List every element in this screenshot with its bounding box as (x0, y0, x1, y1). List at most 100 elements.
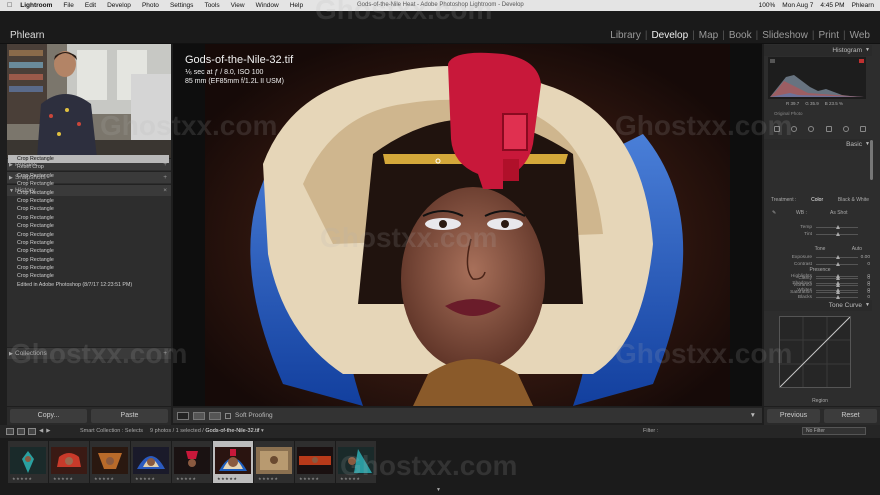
loupe-view[interactable]: Gods-of-the-Nile-32.tif ⅙ sec at ƒ / 8.0… (173, 44, 762, 406)
adjustment-brush-icon[interactable] (860, 126, 867, 132)
slider-value[interactable]: 0 (867, 282, 870, 289)
filmstrip-thumbnail[interactable]: ★★★★★ (254, 441, 294, 483)
menu-tools[interactable]: Tools (204, 2, 219, 9)
filmstrip-thumbnail[interactable]: ★★★★★ (172, 441, 212, 483)
slider-knob-icon[interactable] (836, 262, 840, 266)
slider-knob-icon[interactable] (836, 276, 840, 280)
history-item[interactable]: Crop Rectangle (8, 256, 169, 264)
menu-settings[interactable]: Settings (170, 2, 194, 9)
second-window-icon[interactable] (17, 428, 25, 435)
region-label[interactable]: Region (768, 398, 872, 404)
history-item[interactable]: Reset Crop (8, 163, 169, 171)
tone-curve-graph[interactable] (779, 316, 851, 388)
slider-knob-icon[interactable] (836, 290, 840, 294)
auto-button[interactable]: Auto (852, 246, 862, 252)
filmstrip-thumbnail[interactable]: ★★★★★ (336, 441, 376, 483)
module-book[interactable]: Book (725, 30, 756, 41)
filmstrip-thumbnail[interactable]: ★★★★★ (8, 441, 48, 483)
menubar-user[interactable]: Phlearn (852, 2, 874, 9)
history-item[interactable]: Crop Rectangle (8, 155, 169, 164)
filmstrip-thumbnail[interactable]: ★★★★★ (49, 441, 89, 483)
back-arrow-icon[interactable]: ◀ (39, 428, 43, 435)
reset-button[interactable]: Reset (824, 409, 877, 423)
treatment-bw-option[interactable]: Black & White (838, 197, 869, 203)
history-item[interactable]: Crop Rectangle (8, 189, 169, 197)
history-item[interactable]: Crop Rectangle (8, 172, 169, 180)
rating-stars[interactable]: ★★★★★ (94, 476, 114, 481)
red-eye-icon[interactable] (808, 126, 815, 132)
previous-button[interactable]: Previous (767, 409, 820, 423)
module-web[interactable]: Web (846, 30, 874, 41)
history-item[interactable]: Crop Rectangle (8, 214, 169, 222)
soft-proofing-checkbox-icon[interactable] (225, 412, 231, 419)
before-after-icon[interactable] (193, 411, 205, 420)
history-item[interactable]: Crop Rectangle (8, 231, 169, 239)
filmstrip[interactable]: ★★★★★ ★★★★★ ★★★★★ ★★★★★ ★★★★★ ★★★★★ ★★★★… (0, 438, 880, 495)
menu-help[interactable]: Help (290, 2, 303, 9)
slider-value[interactable]: 0 (867, 289, 870, 296)
soft-proofing-label[interactable]: Soft Proofing (235, 412, 273, 419)
slider-value[interactable]: 0.00 (861, 254, 870, 261)
menu-view[interactable]: View (231, 2, 245, 9)
rating-stars[interactable]: ★★★★★ (258, 476, 278, 481)
exposure-slider[interactable]: Exposure 0.00 (768, 254, 872, 261)
rating-stars[interactable]: ★★★★★ (176, 476, 196, 481)
right-panel-scrollbar[interactable] (870, 140, 873, 180)
collections-panel-header[interactable]: ▶ Collections + (7, 347, 171, 359)
filmstrip-thumbnail[interactable]: ★★★★★ (295, 441, 335, 483)
history-item[interactable]: Crop Rectangle (8, 272, 169, 280)
filmstrip-thumbnail-selected[interactable]: ★★★★★ (213, 441, 253, 483)
history-item[interactable]: Crop Rectangle (8, 264, 169, 272)
slider-knob-icon[interactable] (836, 232, 840, 236)
filmstrip-thumbnail[interactable]: ★★★★★ (90, 441, 130, 483)
navigator-preview[interactable] (7, 44, 171, 158)
loupe-view-icon[interactable] (177, 411, 189, 420)
filter-select[interactable]: No Filter (802, 427, 866, 435)
history-item[interactable]: Crop Rectangle (8, 222, 169, 230)
apple-menu-icon[interactable]:  (7, 2, 12, 9)
before-after-split-icon[interactable] (209, 411, 221, 420)
tone-curve-panel-header[interactable]: Tone Curve ▼ (764, 300, 872, 311)
add-collection-icon[interactable]: + (163, 348, 167, 360)
menu-file[interactable]: File (63, 2, 73, 9)
history-item[interactable]: Crop Rectangle (8, 247, 169, 255)
clarity-slider[interactable]: Clarity 0 (768, 275, 872, 282)
basic-panel-header[interactable]: Basic ▼ (764, 139, 872, 150)
history-item[interactable]: Crop Rectangle (8, 205, 169, 213)
module-develop[interactable]: Develop (647, 30, 692, 41)
slider-knob-icon[interactable] (836, 255, 840, 259)
slider-value[interactable]: 0 (867, 275, 870, 282)
rating-stars[interactable]: ★★★★★ (299, 476, 319, 481)
menu-window[interactable]: Window (256, 2, 279, 9)
wb-value-select[interactable]: As Shot (830, 210, 848, 216)
vibrance-slider[interactable]: Vibrance 0 (768, 282, 872, 289)
paste-button[interactable]: Paste (91, 409, 168, 423)
history-item[interactable]: Crop Rectangle (8, 197, 169, 205)
toolbar-menu-chevron-icon[interactable]: ▼ (750, 412, 756, 419)
slider-knob-icon[interactable] (836, 225, 840, 229)
crop-icon[interactable] (773, 126, 780, 132)
module-slideshow[interactable]: Slideshow (758, 30, 812, 41)
histogram-panel-header[interactable]: Histogram ▼ (764, 45, 872, 56)
graduated-filter-icon[interactable] (825, 126, 832, 132)
rating-stars[interactable]: ★★★★★ (53, 476, 73, 481)
temp-slider[interactable]: Temp (768, 224, 872, 231)
radial-filter-icon[interactable] (842, 126, 849, 132)
rating-stars[interactable]: ★★★★★ (12, 476, 32, 481)
selected-filename[interactable]: Gods-of-the-Nile-32.tif (205, 428, 259, 434)
main-window-icon[interactable] (6, 428, 14, 435)
treatment-color-option[interactable]: Color (811, 197, 823, 203)
rating-stars[interactable]: ★★★★★ (340, 476, 360, 481)
grid-view-icon[interactable] (28, 428, 36, 435)
module-map[interactable]: Map (695, 30, 722, 41)
menu-lightroom[interactable]: Lightroom (20, 2, 52, 9)
rating-stars[interactable]: ★★★★★ (135, 476, 155, 481)
histogram[interactable] (768, 57, 866, 99)
history-item[interactable]: Edited in Adobe Photoshop (8/7/17 12:23:… (8, 281, 169, 289)
spot-removal-icon[interactable] (790, 126, 797, 132)
rating-stars[interactable]: ★★★★★ (217, 476, 237, 481)
menu-photo[interactable]: Photo (142, 2, 159, 9)
forward-arrow-icon[interactable]: ▶ (46, 428, 50, 435)
filmstrip-toggle-icon[interactable]: ▼ (436, 487, 441, 493)
history-item[interactable]: Crop Rectangle (8, 180, 169, 188)
